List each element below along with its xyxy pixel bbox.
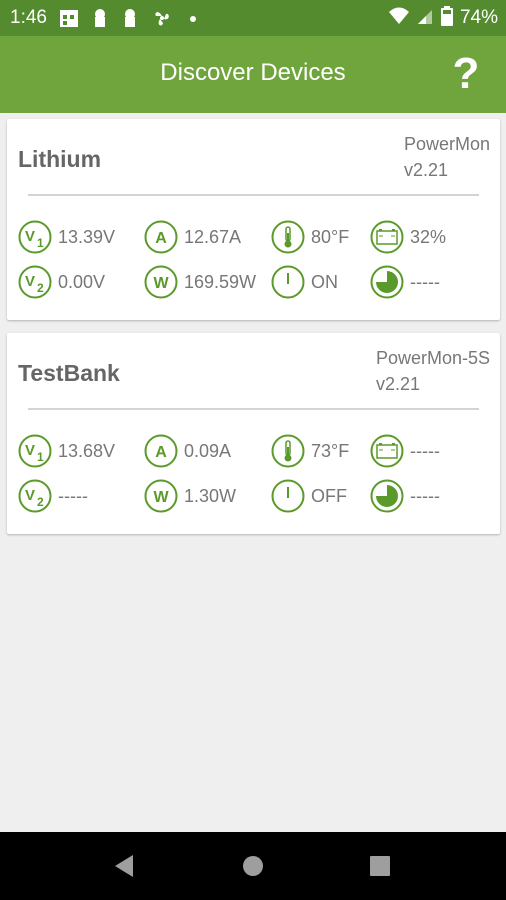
wifi-icon — [388, 6, 410, 31]
power-metric: W 169.59W — [144, 264, 256, 300]
keyhole-icon — [90, 6, 110, 30]
current-metric: A 0.09A — [144, 433, 231, 469]
signal-icon — [416, 6, 434, 31]
battery-icon — [370, 220, 404, 254]
svg-text:V: V — [25, 442, 35, 459]
voltage2-metric: V2 ----- — [18, 478, 88, 514]
voltage1-metric: V1 13.68V — [18, 433, 115, 469]
power-value: 169.59W — [184, 271, 257, 292]
power-switch-icon — [271, 479, 305, 513]
device-firmware-version: v2.21 — [403, 160, 448, 180]
battery-metric: 32% — [370, 219, 446, 255]
home-icon[interactable] — [237, 850, 269, 882]
temperature-metric: 80°F — [271, 219, 349, 255]
app-bar: Discover Devices ? — [0, 36, 506, 113]
voltage2-metric: V2 0.00V — [18, 264, 105, 300]
device-firmware-version: v2.21 — [375, 374, 420, 394]
page-title: Discover Devices — [160, 59, 346, 86]
status-bar: 1:46 74% — [0, 0, 506, 36]
svg-text:A: A — [155, 444, 167, 461]
status-time: 1:46 — [10, 7, 47, 28]
svg-text:2: 2 — [37, 281, 44, 295]
svg-text:V: V — [25, 273, 35, 290]
thermometer-icon — [271, 434, 305, 468]
calendar-icon — [58, 6, 80, 30]
card-divider — [28, 194, 479, 196]
temperature-value: 80°F — [311, 226, 350, 247]
back-icon[interactable] — [109, 850, 141, 882]
state-of-charge-value: ----- — [410, 485, 440, 506]
voltage1-metric: V1 13.39V — [18, 219, 115, 255]
svg-text:V: V — [25, 487, 35, 504]
current-value: 0.09A — [184, 440, 232, 461]
card-divider — [28, 408, 479, 410]
power-value: 1.30W — [184, 485, 237, 506]
battery-percent: 74% — [459, 7, 498, 28]
svg-text:W: W — [153, 489, 169, 506]
pie-gauge-icon — [370, 265, 404, 299]
power-state-metric: OFF — [271, 478, 347, 514]
battery-value: 32% — [410, 226, 447, 247]
fan-icon — [150, 6, 174, 30]
svg-text:V: V — [25, 228, 35, 245]
power-switch-icon — [271, 265, 305, 299]
thermometer-icon — [271, 220, 305, 254]
current-value: 12.67A — [184, 226, 242, 247]
device-model-name: PowerMon-5S — [375, 348, 490, 368]
svg-text:1: 1 — [37, 450, 44, 464]
battery-icon — [370, 434, 404, 468]
navigation-bar — [0, 832, 506, 900]
device-model: PowerMon-5S v2.21 — [376, 345, 490, 397]
svg-text:1: 1 — [37, 236, 44, 250]
state-of-charge-metric: ----- — [370, 264, 440, 300]
power-state-value: OFF — [311, 485, 347, 506]
temperature-value: 73°F — [311, 440, 350, 461]
watts-icon: W — [144, 479, 178, 513]
voltage2-value: ----- — [58, 485, 88, 506]
svg-text:2: 2 — [37, 495, 44, 509]
pie-gauge-icon — [370, 479, 404, 513]
power-state-value: ON — [311, 271, 338, 292]
dot-icon — [188, 6, 198, 30]
v2-icon: V2 — [18, 479, 52, 513]
device-name: Lithium — [18, 146, 102, 172]
svg-text:W: W — [153, 275, 169, 292]
device-name: TestBank — [18, 360, 120, 386]
recents-icon[interactable] — [364, 850, 396, 882]
svg-text:A: A — [155, 230, 167, 247]
state-of-charge-metric: ----- — [370, 478, 440, 514]
v2-icon: V2 — [18, 265, 52, 299]
temperature-metric: 73°F — [271, 433, 349, 469]
watts-icon: W — [144, 265, 178, 299]
voltage2-value: 0.00V — [58, 271, 106, 292]
voltage1-value: 13.68V — [58, 440, 116, 461]
device-card-testbank[interactable]: TestBank PowerMon-5S v2.21 V1 13.68V A 0… — [7, 333, 500, 534]
device-model-name: PowerMon — [403, 134, 490, 154]
help-button[interactable]: ? — [446, 50, 486, 98]
amps-icon: A — [144, 220, 178, 254]
v1-icon: V1 — [18, 220, 52, 254]
battery-value: ----- — [410, 440, 440, 461]
battery-metric: ----- — [370, 433, 440, 469]
keyhole-icon — [120, 6, 140, 30]
amps-icon: A — [144, 434, 178, 468]
current-metric: A 12.67A — [144, 219, 241, 255]
device-model: PowerMon v2.21 — [404, 131, 490, 183]
power-state-metric: ON — [271, 264, 338, 300]
state-of-charge-value: ----- — [410, 271, 440, 292]
power-metric: W 1.30W — [144, 478, 236, 514]
v1-icon: V1 — [18, 434, 52, 468]
battery-icon — [440, 5, 454, 32]
voltage1-value: 13.39V — [58, 226, 116, 247]
device-card-lithium[interactable]: Lithium PowerMon v2.21 V1 13.39V A 12.67… — [7, 119, 500, 320]
